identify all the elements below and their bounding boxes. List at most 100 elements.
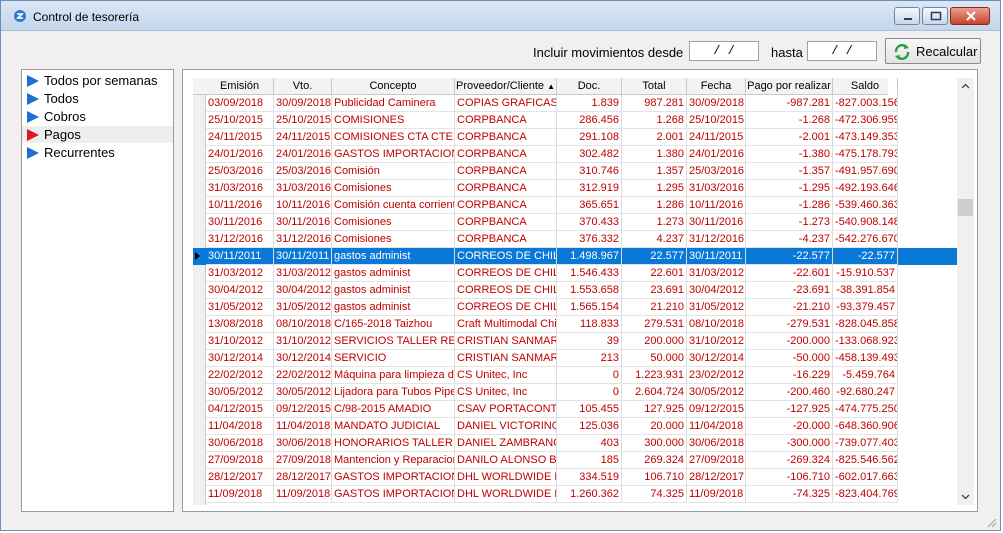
table-cell[interactable]: 127.925 (622, 401, 687, 418)
table-cell[interactable]: GASTOS IMPORTACION (332, 486, 455, 503)
table-cell[interactable]: 1.380 (622, 146, 687, 163)
table-cell[interactable]: 39 (557, 333, 622, 350)
table-cell[interactable]: C/98-2015 AMADIO (332, 401, 455, 418)
table-cell[interactable]: -269.324 (746, 452, 833, 469)
table-cell[interactable]: 31/05/2012 (274, 299, 332, 316)
table-cell[interactable]: -200.000 (746, 333, 833, 350)
table-row[interactable]: 30/05/2012 30/05/2012 Lijadora para Tubos … (193, 384, 957, 401)
table-cell[interactable]: 30/04/2012 (206, 282, 274, 299)
table-cell[interactable]: CORREOS DE CHILE (455, 265, 557, 282)
table-cell[interactable]: -602.017.663 (833, 469, 898, 486)
table-cell[interactable]: -542.276.670 (833, 231, 898, 248)
table-cell[interactable]: 125.036 (557, 418, 622, 435)
vertical-scrollbar[interactable] (957, 78, 974, 505)
table-cell[interactable]: gastos administ (332, 299, 455, 316)
table-cell[interactable]: 185 (557, 452, 622, 469)
table-cell[interactable]: 31/12/2016 (206, 231, 274, 248)
table-cell[interactable]: -92.680.247 (833, 384, 898, 401)
table-cell[interactable]: -492.193.646 (833, 180, 898, 197)
table-row[interactable]: 11/09/2018 11/09/2018 GASTOS IMPORTACION DH… (193, 486, 957, 503)
table-cell[interactable]: 24/11/2015 (274, 129, 332, 146)
table-cell[interactable]: -23.691 (746, 282, 833, 299)
table-cell[interactable]: 10/11/2016 (274, 197, 332, 214)
table-cell[interactable]: 74.325 (622, 486, 687, 503)
table-row[interactable]: 31/12/2016 31/12/2016 Comisiones CORPBANCA 3… (193, 231, 957, 248)
table-cell[interactable]: -50.000 (746, 350, 833, 367)
table-cell[interactable]: -22.577 (746, 248, 833, 265)
table-cell[interactable]: -1.286 (746, 197, 833, 214)
table-cell[interactable]: 24/11/2015 (206, 129, 274, 146)
table-cell[interactable]: 28/12/2017 (687, 469, 746, 486)
table-cell[interactable]: COPIAS GRAFICAS (455, 95, 557, 112)
table-cell[interactable]: CORPBANCA (455, 112, 557, 129)
table-cell[interactable]: 365.651 (557, 197, 622, 214)
table-row[interactable]: 30/12/2014 30/12/2014 SERVICIO CRISTIAN SAN… (193, 350, 957, 367)
table-cell[interactable]: 27/09/2018 (687, 452, 746, 469)
table-cell[interactable]: 987.281 (622, 95, 687, 112)
table-row[interactable]: 22/02/2012 22/02/2012 Máquina para limpiez… (193, 367, 957, 384)
table-cell[interactable]: 2.001 (622, 129, 687, 146)
table-cell[interactable]: 30/11/2011 (206, 248, 274, 265)
table-row[interactable]: 31/03/2012 31/03/2012 gastos administ CORRE… (193, 265, 957, 282)
table-cell[interactable]: GASTOS IMPORTACION (332, 469, 455, 486)
table-cell[interactable]: 25/10/2015 (687, 112, 746, 129)
table-cell[interactable]: -16.229 (746, 367, 833, 384)
table-cell[interactable]: CORPBANCA (455, 197, 557, 214)
table-cell[interactable]: 27/09/2018 (274, 452, 332, 469)
table-cell[interactable]: 30/04/2012 (274, 282, 332, 299)
table-cell[interactable]: CS Unitec, Inc (455, 384, 557, 401)
table-cell[interactable]: -74.325 (746, 486, 833, 503)
table-cell[interactable]: -106.710 (746, 469, 833, 486)
table-cell[interactable]: 13/08/2018 (206, 316, 274, 333)
table-cell[interactable]: DANIEL ZAMBRANO (455, 435, 557, 452)
table-cell[interactable]: 11/09/2018 (274, 486, 332, 503)
table-cell[interactable]: Comisión cuenta corrient (332, 197, 455, 214)
table-row[interactable]: 24/01/2016 24/01/2016 GASTOS IMPORTACION CO… (193, 146, 957, 163)
column-header[interactable]: Doc. (557, 78, 622, 95)
table-cell[interactable]: 30/09/2018 (687, 95, 746, 112)
table-cell[interactable]: 1.286 (622, 197, 687, 214)
table-cell[interactable]: 30/12/2014 (206, 350, 274, 367)
table-cell[interactable]: 24/01/2016 (687, 146, 746, 163)
table-cell[interactable]: 31/03/2016 (274, 180, 332, 197)
table-cell[interactable]: CORPBANCA (455, 146, 557, 163)
table-cell[interactable]: -279.531 (746, 316, 833, 333)
table-cell[interactable]: Craft Multimodal Chile (455, 316, 557, 333)
table-row[interactable]: 28/12/2017 28/12/2017 GASTOS IMPORTACION DH… (193, 469, 957, 486)
table-cell[interactable]: 31/12/2016 (274, 231, 332, 248)
table-cell[interactable]: -22.601 (746, 265, 833, 282)
table-cell[interactable]: 213 (557, 350, 622, 367)
table-cell[interactable]: COMISIONES CTA CTE (332, 129, 455, 146)
table-cell[interactable]: 11/09/2018 (687, 486, 746, 503)
table-cell[interactable]: 105.455 (557, 401, 622, 418)
table-cell[interactable]: 1.268 (622, 112, 687, 129)
table-cell[interactable]: Máquina para limpieza de (332, 367, 455, 384)
table-cell[interactable]: 1.839 (557, 95, 622, 112)
table-cell[interactable]: 23/02/2012 (687, 367, 746, 384)
table-cell[interactable]: 4.237 (622, 231, 687, 248)
table-row[interactable]: 31/03/2016 31/03/2016 Comisiones CORPBANCA 3… (193, 180, 957, 197)
table-cell[interactable]: 118.833 (557, 316, 622, 333)
table-cell[interactable]: 30/04/2012 (687, 282, 746, 299)
table-cell[interactable]: CORPBANCA (455, 163, 557, 180)
table-cell[interactable]: Comisiones (332, 231, 455, 248)
table-cell[interactable]: 30/11/2016 (274, 214, 332, 231)
table-cell[interactable]: -4.237 (746, 231, 833, 248)
table-cell[interactable]: 11/09/2018 (206, 486, 274, 503)
table-cell[interactable]: 04/12/2015 (206, 401, 274, 418)
recalc-button[interactable]: Recalcular (885, 38, 981, 64)
table-cell[interactable]: CORREOS DE CHILE (455, 299, 557, 316)
table-cell[interactable]: -987.281 (746, 95, 833, 112)
table-cell[interactable]: 1.357 (622, 163, 687, 180)
column-header[interactable]: Vto. (274, 78, 332, 95)
table-cell[interactable]: 28/12/2017 (206, 469, 274, 486)
table-cell[interactable]: 30/11/2016 (687, 214, 746, 231)
table-cell[interactable]: 1.273 (622, 214, 687, 231)
table-cell[interactable]: -1.295 (746, 180, 833, 197)
table-cell[interactable]: 403 (557, 435, 622, 452)
table-cell[interactable]: 1.553.658 (557, 282, 622, 299)
table-cell[interactable]: 20.000 (622, 418, 687, 435)
table-cell[interactable]: 30/11/2011 (687, 248, 746, 265)
table-cell[interactable]: 22.601 (622, 265, 687, 282)
column-header[interactable]: Emisión (206, 78, 274, 95)
